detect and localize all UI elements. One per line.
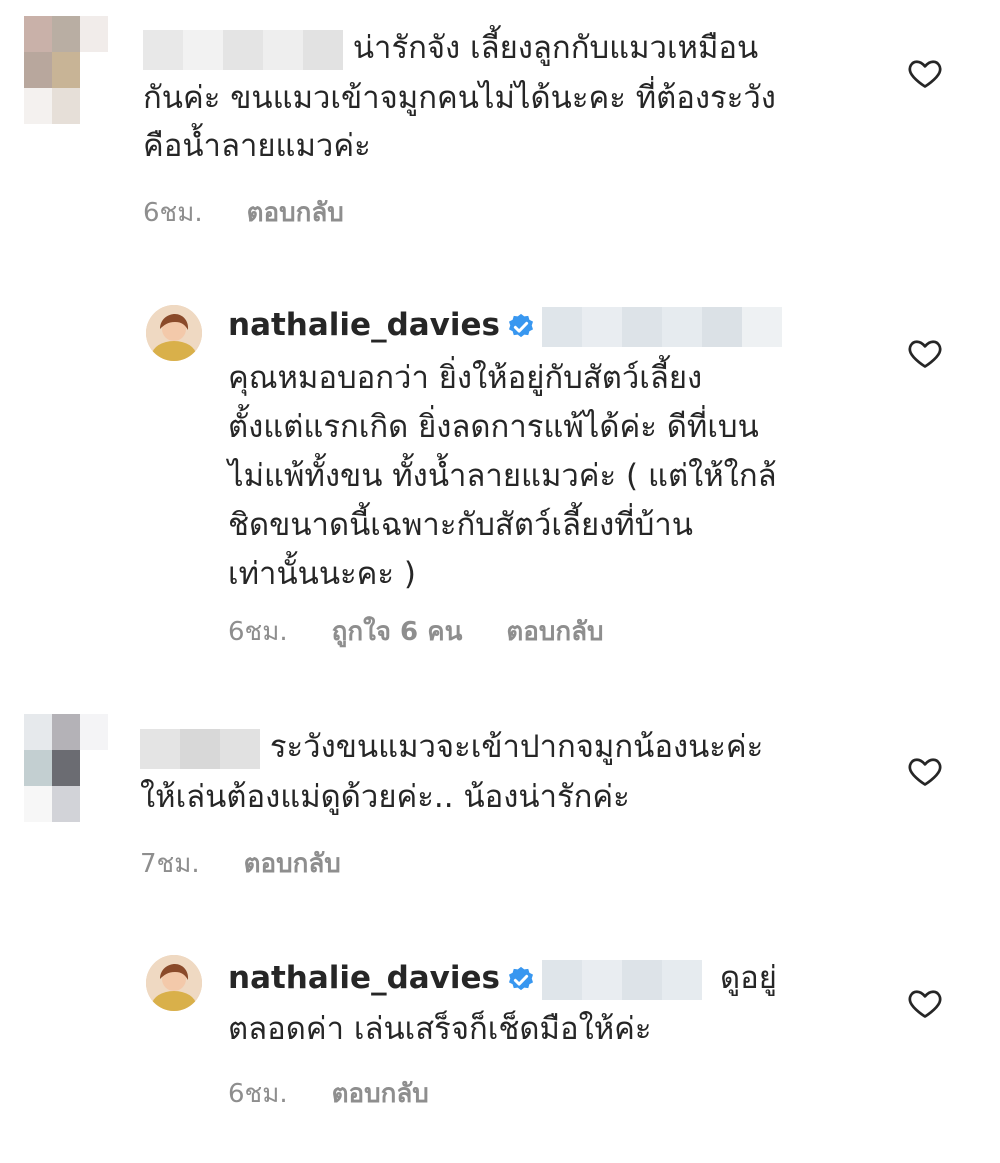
avatar[interactable] <box>146 305 202 361</box>
reply-button[interactable]: ตอบกลับ <box>506 617 603 647</box>
comment-text-tail: ดูอยู่ <box>720 960 777 996</box>
comment-text-line: น่ารักจัง เลี้ยงลูกกับแมวเหมือน <box>352 30 759 66</box>
comment-text-line: ระวังขนแมวจะเข้าปากจมูกน้องนะค่ะ <box>269 729 764 765</box>
comment-text-line: ตั้งแต่แรกเกิด ยิ่งลดการแพ้ได้ค่ะ ดีที่เ… <box>228 409 759 445</box>
username-redacted[interactable] <box>140 728 260 769</box>
comment-meta: 6ชม. ตอบกลับ <box>228 1073 473 1114</box>
verified-badge-icon <box>509 313 533 337</box>
comment-meta: 6ชม. ตอบกลับ <box>143 192 388 233</box>
timestamp: 6ชม. <box>228 1079 288 1109</box>
username-redacted[interactable] <box>143 29 343 70</box>
comment-text-line: กันค่ะ ขนแมวเข้าจมูกคนไม่ได้นะคะ ที่ต้อง… <box>143 80 776 116</box>
heart-icon[interactable] <box>906 753 944 789</box>
timestamp: 6ชม. <box>143 198 203 228</box>
timestamp: 7ชม. <box>140 849 200 879</box>
likes-count[interactable]: ถูกใจ 6 คน <box>332 617 463 647</box>
comment-text: น่ารักจัง เลี้ยงลูกกับแมวเหมือน <box>143 23 758 73</box>
username[interactable]: nathalie_davies <box>228 307 500 343</box>
heart-icon[interactable] <box>906 335 944 371</box>
reply-button[interactable]: ตอบกลับ <box>247 198 344 228</box>
timestamp: 6ชม. <box>228 617 288 647</box>
comment-text-line: ตลอดค่า เล่นเสร็จก็เช็ดมือให้ค่ะ <box>228 1011 652 1047</box>
comment-text-line: คุณหมอบอกว่า ยิ่งให้อยู่กับสัตว์เลี้ยง <box>228 360 703 396</box>
comment-text-line: เท่านั้นนะคะ ) <box>228 556 416 592</box>
heart-icon[interactable] <box>906 55 944 91</box>
avatar[interactable] <box>146 955 202 1011</box>
comment-meta: 6ชม. ถูกใจ 6 คน ตอบกลับ <box>228 611 648 652</box>
comment-text: ระวังขนแมวจะเข้าปากจมูกน้องนะค่ะ <box>140 722 763 772</box>
comment-meta: 7ชม. ตอบกลับ <box>140 843 385 884</box>
comment-text-line: คือน้ำลายแมวค่ะ <box>143 128 371 164</box>
reply-button[interactable]: ตอบกลับ <box>332 1079 429 1109</box>
mention-redacted[interactable] <box>542 959 702 1000</box>
comment-header: nathalie_davies <box>228 300 782 350</box>
comment-text-line: ชิดขนาดนี้เฉพาะกับสัตว์เลี้ยงที่บ้าน <box>228 507 693 543</box>
username[interactable]: nathalie_davies <box>228 960 500 996</box>
verified-badge-icon <box>509 966 533 990</box>
comment-text-line: ให้เล่นต้องแม่ดูด้วยค่ะ.. น้องน่ารักค่ะ <box>140 779 630 815</box>
reply-button[interactable]: ตอบกลับ <box>244 849 341 879</box>
avatar[interactable] <box>24 16 108 124</box>
avatar[interactable] <box>24 714 108 822</box>
comment-text-line: ไม่แพ้ทั้งขน ทั้งน้ำลายแมวค่ะ ( แต่ให้ใก… <box>228 458 777 494</box>
mention-redacted[interactable] <box>542 306 782 347</box>
heart-icon[interactable] <box>906 985 944 1021</box>
comment-header: nathalie_davies ดูอยู่ <box>228 953 777 1003</box>
